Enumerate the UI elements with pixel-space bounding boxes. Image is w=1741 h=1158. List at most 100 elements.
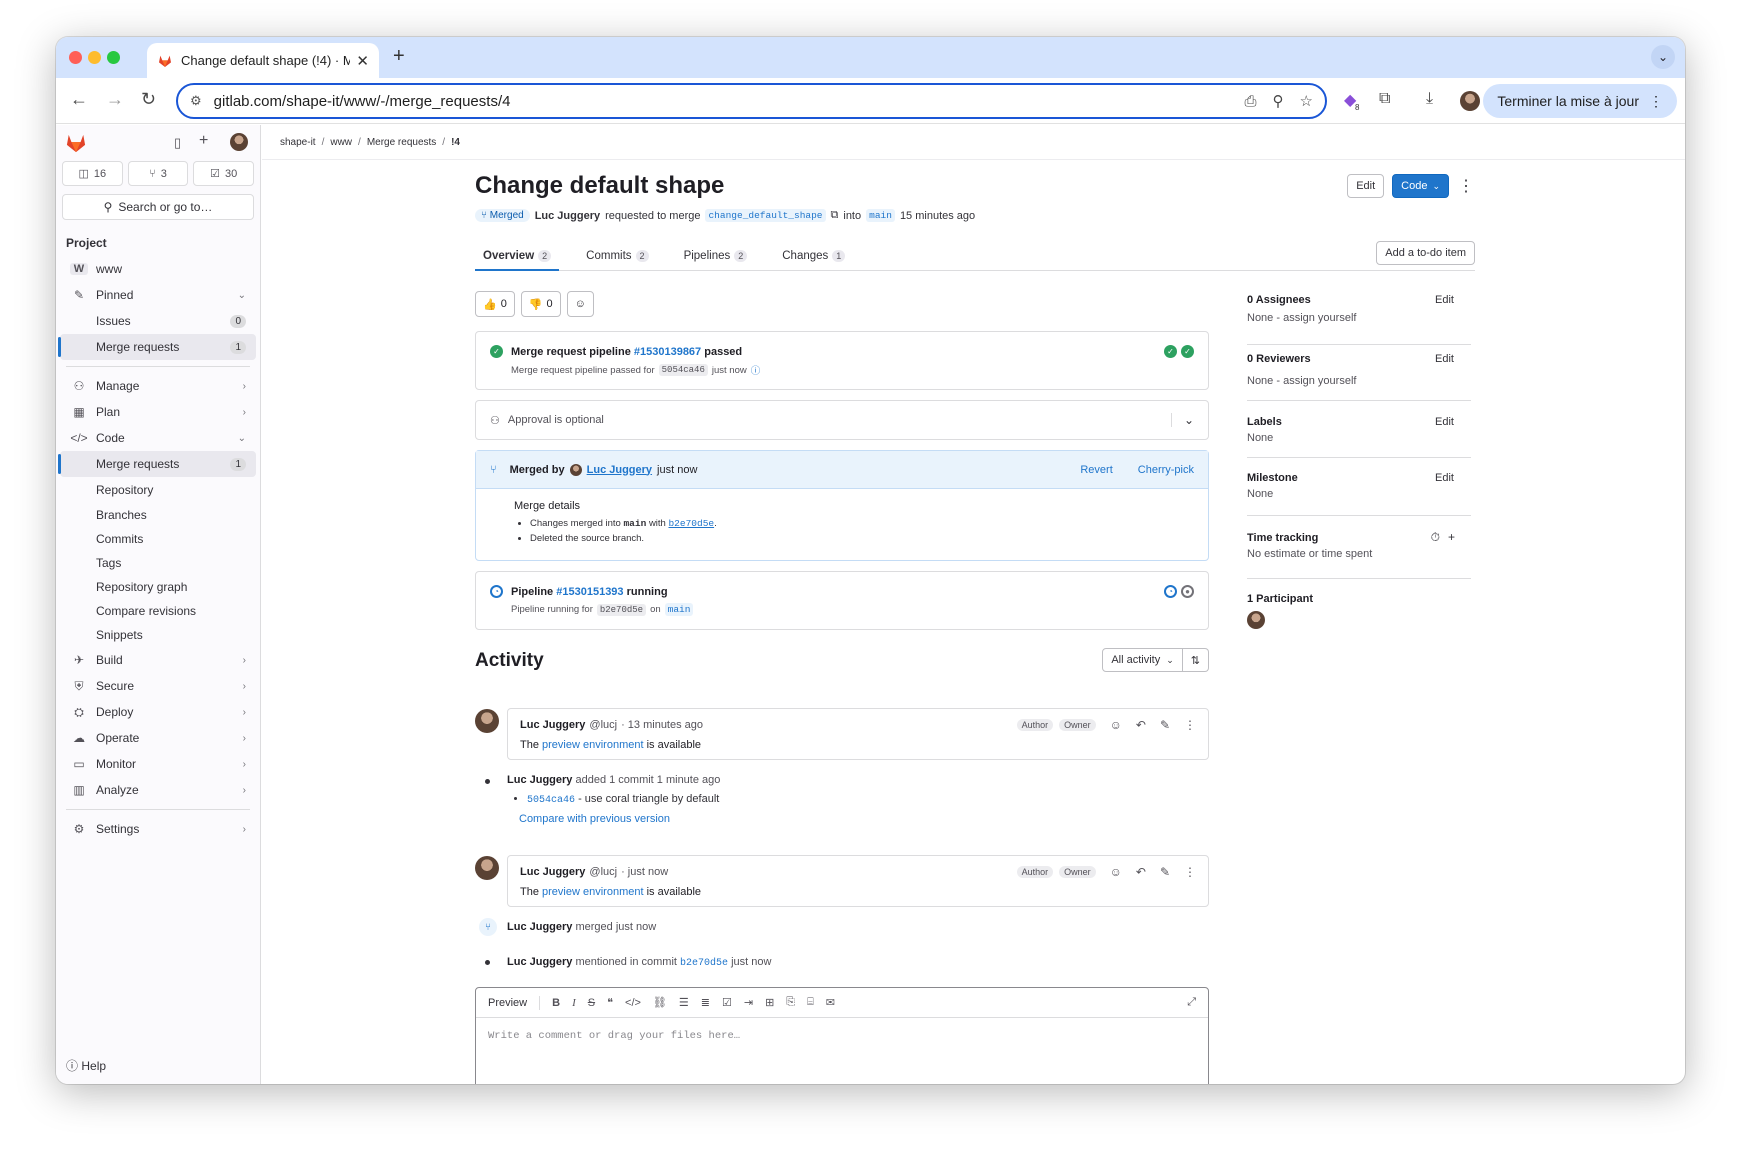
maximize-window-button[interactable] xyxy=(107,51,120,64)
participant-avatar[interactable] xyxy=(1247,611,1265,629)
author-name[interactable]: Luc Juggery xyxy=(535,210,600,222)
sidebar-item-plan[interactable]: ▦ Plan › xyxy=(60,399,256,425)
fullscreen-icon[interactable]: ⤢ xyxy=(1187,996,1196,1009)
issues-count-button[interactable]: ◫ 16 xyxy=(62,161,123,186)
sidebar-item-monitor[interactable]: ▭ Monitor › xyxy=(60,751,256,777)
note-author[interactable]: Luc Juggery xyxy=(520,719,585,731)
thumbs-down-button[interactable]: 👎 0 xyxy=(520,291,561,317)
install-app-icon[interactable]: ⎙ xyxy=(1245,93,1257,110)
merged-event-author[interactable]: Luc Juggery xyxy=(507,921,572,933)
profile-avatar[interactable] xyxy=(1460,91,1480,111)
extensions-puzzle-icon[interactable]: ⧉ xyxy=(1379,90,1390,108)
edit-pencil-icon[interactable]: ✎ xyxy=(1160,718,1170,732)
stage-pending-icon[interactable]: ● xyxy=(1181,585,1194,598)
note-author-avatar[interactable] xyxy=(475,709,499,733)
stage-success-icon[interactable]: ✓ xyxy=(1181,345,1194,358)
cherry-pick-button[interactable]: Cherry-pick xyxy=(1138,464,1194,476)
mention-event-author[interactable]: Luc Juggery xyxy=(507,956,572,968)
close-window-button[interactable] xyxy=(69,51,82,64)
more-actions-icon[interactable]: ⋮ xyxy=(1184,718,1196,732)
help-button[interactable]: ⓘ Help xyxy=(66,1057,106,1074)
tab-overview[interactable]: Overview 2 xyxy=(475,241,560,271)
browser-tab[interactable]: Change default shape (!4) · M ✕ xyxy=(147,43,379,78)
merge-requests-count-button[interactable]: ⑂ 3 xyxy=(127,161,189,186)
source-branch[interactable]: change_default_shape xyxy=(705,209,826,222)
update-browser-button[interactable]: Terminer la mise à jour ⋮ xyxy=(1483,84,1677,118)
sidebar-item-settings[interactable]: ⚙ Settings › xyxy=(60,816,256,842)
attach-icon[interactable]: ⎘ xyxy=(786,996,795,1009)
reviewers-value[interactable]: None - assign yourself xyxy=(1247,375,1471,387)
search-button[interactable]: ⚲ Search or go to… xyxy=(62,194,254,220)
quote-icon[interactable]: ❝ xyxy=(607,996,613,1009)
stopwatch-icon[interactable]: ⏱ xyxy=(1431,530,1440,545)
merger-link[interactable]: Luc Juggery xyxy=(587,464,652,476)
sidebar-item-manage[interactable]: ⚇ Manage › xyxy=(60,373,256,399)
sidebar-item-operate[interactable]: ☁ Operate › xyxy=(60,725,256,751)
note-author-avatar[interactable] xyxy=(475,856,499,880)
stage-running-icon[interactable]: ◔ xyxy=(1164,585,1177,598)
copy-icon[interactable]: ⧉ xyxy=(831,209,839,222)
code-dropdown-button[interactable]: Code ⌄ xyxy=(1392,174,1449,198)
sidebar-item-build[interactable]: ✈ Build › xyxy=(60,647,256,673)
tab-commits[interactable]: Commits 2 xyxy=(578,241,656,270)
toggle-sidebar-icon[interactable]: ▯ xyxy=(174,135,181,151)
pipeline2-link[interactable]: #1530151393 xyxy=(556,586,623,598)
gitlab-logo-icon[interactable] xyxy=(65,133,87,153)
bold-icon[interactable]: B xyxy=(552,997,560,1009)
activity-filter-dropdown[interactable]: All activity ⌄ xyxy=(1102,648,1183,672)
create-new-icon[interactable]: + xyxy=(199,132,208,150)
add-todo-button[interactable]: Add a to-do item xyxy=(1376,241,1475,265)
bullet-list-icon[interactable]: ☰ xyxy=(679,996,689,1009)
todo-count-button[interactable]: ☑ 30 xyxy=(193,161,255,186)
add-time-icon[interactable]: + xyxy=(1448,530,1455,545)
pipeline1-link[interactable]: #1530139867 xyxy=(634,346,701,358)
task-list-icon[interactable]: ☑ xyxy=(722,996,732,1009)
compare-version-link[interactable]: Compare with previous version xyxy=(519,813,720,825)
reply-icon[interactable]: ↶ xyxy=(1136,718,1146,732)
more-actions-icon[interactable]: ⋮ xyxy=(1184,865,1196,879)
zoom-icon[interactable]: ⚲ xyxy=(1273,92,1284,110)
tab-search-icon[interactable]: ⌄ xyxy=(1651,45,1675,69)
minimize-window-button[interactable] xyxy=(88,51,101,64)
commit-event-author[interactable]: Luc Juggery xyxy=(507,774,572,786)
merge-commit-link[interactable]: b2e70d5e xyxy=(668,518,714,529)
sidebar-item-branches[interactable]: Branches xyxy=(60,503,256,527)
sidebar-item-deploy[interactable]: ⛭ Deploy › xyxy=(60,699,256,725)
add-reaction-icon[interactable]: ☺ xyxy=(1110,718,1122,732)
sidebar-item-pinned[interactable]: ✎ Pinned ⌄ xyxy=(60,282,256,308)
preview-environment-link[interactable]: preview environment xyxy=(542,739,644,751)
address-bar[interactable]: ⚙ gitlab.com/shape-it/www/-/merge_reques… xyxy=(176,83,1327,119)
back-icon[interactable]: ← xyxy=(70,89,88,110)
preview-environment-link[interactable]: preview environment xyxy=(542,886,644,898)
close-tab-icon[interactable]: ✕ xyxy=(356,52,369,70)
sidebar-item-commits[interactable]: Commits xyxy=(60,527,256,551)
labels-edit[interactable]: Edit xyxy=(1435,416,1454,428)
sidebar-item-pinned-merge-requests[interactable]: Merge requests 1 xyxy=(58,334,256,360)
sort-button[interactable]: ⇅ xyxy=(1182,648,1209,672)
tab-changes[interactable]: Changes 1 xyxy=(774,241,853,270)
forward-icon[interactable]: → xyxy=(106,89,124,110)
preview-tab[interactable]: Preview xyxy=(488,997,527,1009)
sidebar-item-analyze[interactable]: ▥ Analyze › xyxy=(60,777,256,803)
table-icon[interactable]: ⊞ xyxy=(765,996,774,1009)
comment-textarea[interactable]: Write a comment or drag your files here… xyxy=(476,1018,1208,1054)
code-icon[interactable]: </> xyxy=(625,997,641,1009)
sidebar-item-repository-graph[interactable]: Repository graph xyxy=(60,575,256,599)
commit-link[interactable]: 5054ca46 xyxy=(527,795,575,806)
breadcrumb-merge-requests[interactable]: Merge requests xyxy=(367,137,436,148)
stage-success-icon[interactable]: ✓ xyxy=(1164,345,1177,358)
numbered-list-icon[interactable]: ≣ xyxy=(701,996,710,1009)
pipeline2-branch[interactable]: main xyxy=(664,603,694,616)
add-reaction-icon[interactable]: ☺ xyxy=(1110,865,1122,879)
reload-icon[interactable]: ↻ xyxy=(141,89,156,110)
italic-icon[interactable]: I xyxy=(572,997,576,1009)
revert-button[interactable]: Revert xyxy=(1080,464,1112,476)
quick-action-icon[interactable]: ⌸ xyxy=(807,996,814,1009)
add-reaction-button[interactable]: ☺ xyxy=(566,291,594,317)
breadcrumb-project[interactable]: www xyxy=(330,137,352,148)
site-info-icon[interactable]: ⚙ xyxy=(190,93,202,109)
bookmark-star-icon[interactable]: ☆ xyxy=(1300,92,1313,110)
more-actions-icon[interactable]: ⋮ xyxy=(1457,176,1475,196)
sidebar-item-code-merge-requests[interactable]: Merge requests 1 xyxy=(58,451,256,477)
target-branch[interactable]: main xyxy=(866,209,895,222)
